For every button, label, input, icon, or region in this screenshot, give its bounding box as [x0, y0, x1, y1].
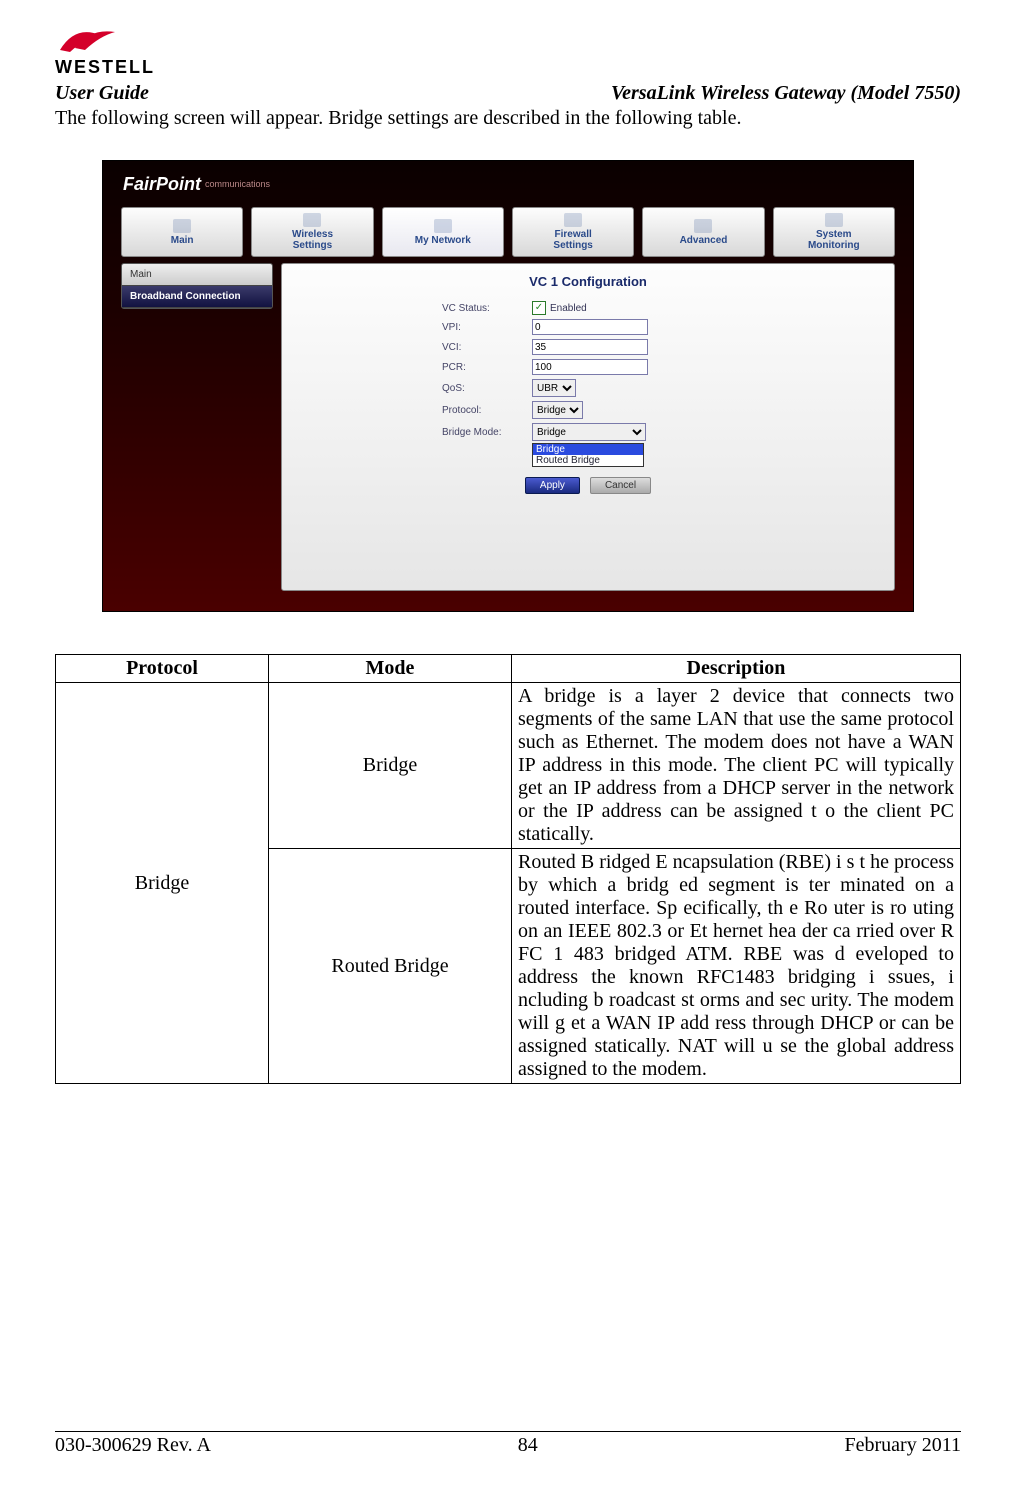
- tab-advanced[interactable]: Advanced: [642, 207, 764, 257]
- qos-select[interactable]: UBR: [532, 379, 576, 397]
- vpi-label: VPI:: [442, 322, 532, 333]
- tab-firewall[interactable]: Firewall Settings: [512, 207, 634, 257]
- protocol-label: Protocol:: [442, 405, 532, 416]
- vc-status-label: VC Status:: [442, 303, 532, 314]
- fairpoint-sub: communications: [205, 179, 270, 189]
- vpi-input[interactable]: [532, 319, 648, 335]
- cell-desc-routed: Routed B ridged E ncapsulation (RBE) i s…: [512, 849, 961, 1084]
- cell-mode-routed: Routed Bridge: [269, 849, 512, 1084]
- apply-button[interactable]: Apply: [525, 477, 580, 494]
- swoosh-icon: [55, 20, 125, 56]
- th-mode: Mode: [269, 655, 512, 683]
- gear-icon: [694, 219, 712, 233]
- network-icon: [434, 219, 452, 233]
- bridgemode-dropdown-open[interactable]: Bridge Routed Bridge: [532, 443, 644, 467]
- tab-mynetwork[interactable]: My Network: [382, 207, 504, 257]
- cell-mode-bridge: Bridge: [269, 683, 512, 849]
- doc-header: User Guide VersaLink Wireless Gateway (M…: [55, 82, 961, 105]
- home-icon: [173, 219, 191, 233]
- doc-header-right: VersaLink Wireless Gateway (Model 7550): [611, 82, 961, 105]
- brand-text: WESTELL: [55, 57, 961, 78]
- pcr-input[interactable]: [532, 359, 648, 375]
- intro-paragraph: The following screen will appear. Bridge…: [55, 107, 961, 130]
- tab-main[interactable]: Main: [121, 207, 243, 257]
- tab-system[interactable]: System Monitoring: [773, 207, 895, 257]
- doc-header-left: User Guide: [55, 82, 149, 105]
- sidebar: Main Broadband Connection: [121, 263, 273, 309]
- protocol-select[interactable]: Bridge: [532, 401, 583, 419]
- dropdown-option-routed-bridge[interactable]: Routed Bridge: [533, 455, 643, 466]
- brand-logo: WESTELL: [55, 20, 961, 78]
- description-table: Protocol Mode Description Bridge Bridge …: [55, 654, 961, 1084]
- vci-input[interactable]: [532, 339, 648, 355]
- cell-desc-bridge: A bridge is a layer 2 device that connec…: [512, 683, 961, 849]
- page-footer: 030-300629 Rev. A 84 February 2011: [55, 1431, 961, 1457]
- config-screenshot: FairPoint communications Main Wireless S…: [102, 160, 914, 612]
- tab-wireless[interactable]: Wireless Settings: [251, 207, 373, 257]
- firewall-icon: [564, 213, 582, 227]
- footer-right: February 2011: [845, 1434, 961, 1457]
- pcr-label: PCR:: [442, 362, 532, 373]
- vc-status-value: Enabled: [550, 303, 587, 314]
- footer-center: 84: [518, 1434, 538, 1457]
- footer-left: 030-300629 Rev. A: [55, 1434, 211, 1457]
- bridgemode-select[interactable]: Bridge: [532, 423, 646, 441]
- sidebar-item-main[interactable]: Main: [122, 264, 272, 286]
- cell-protocol: Bridge: [56, 683, 269, 1084]
- fairpoint-logo: FairPoint: [123, 174, 201, 195]
- panel-title: VC 1 Configuration: [282, 270, 894, 299]
- th-protocol: Protocol: [56, 655, 269, 683]
- vci-label: VCI:: [442, 342, 532, 353]
- vc-status-checkbox[interactable]: [532, 301, 546, 315]
- bridgemode-label: Bridge Mode:: [442, 427, 532, 438]
- th-description: Description: [512, 655, 961, 683]
- sidebar-item-broadband[interactable]: Broadband Connection: [122, 286, 272, 308]
- qos-label: QoS:: [442, 383, 532, 394]
- wifi-icon: [303, 213, 321, 227]
- dropdown-option-bridge[interactable]: Bridge: [533, 444, 643, 455]
- monitor-icon: [825, 213, 843, 227]
- cancel-button[interactable]: Cancel: [590, 477, 651, 494]
- main-panel: VC 1 Configuration VC Status: Enabled VPI…: [281, 263, 895, 591]
